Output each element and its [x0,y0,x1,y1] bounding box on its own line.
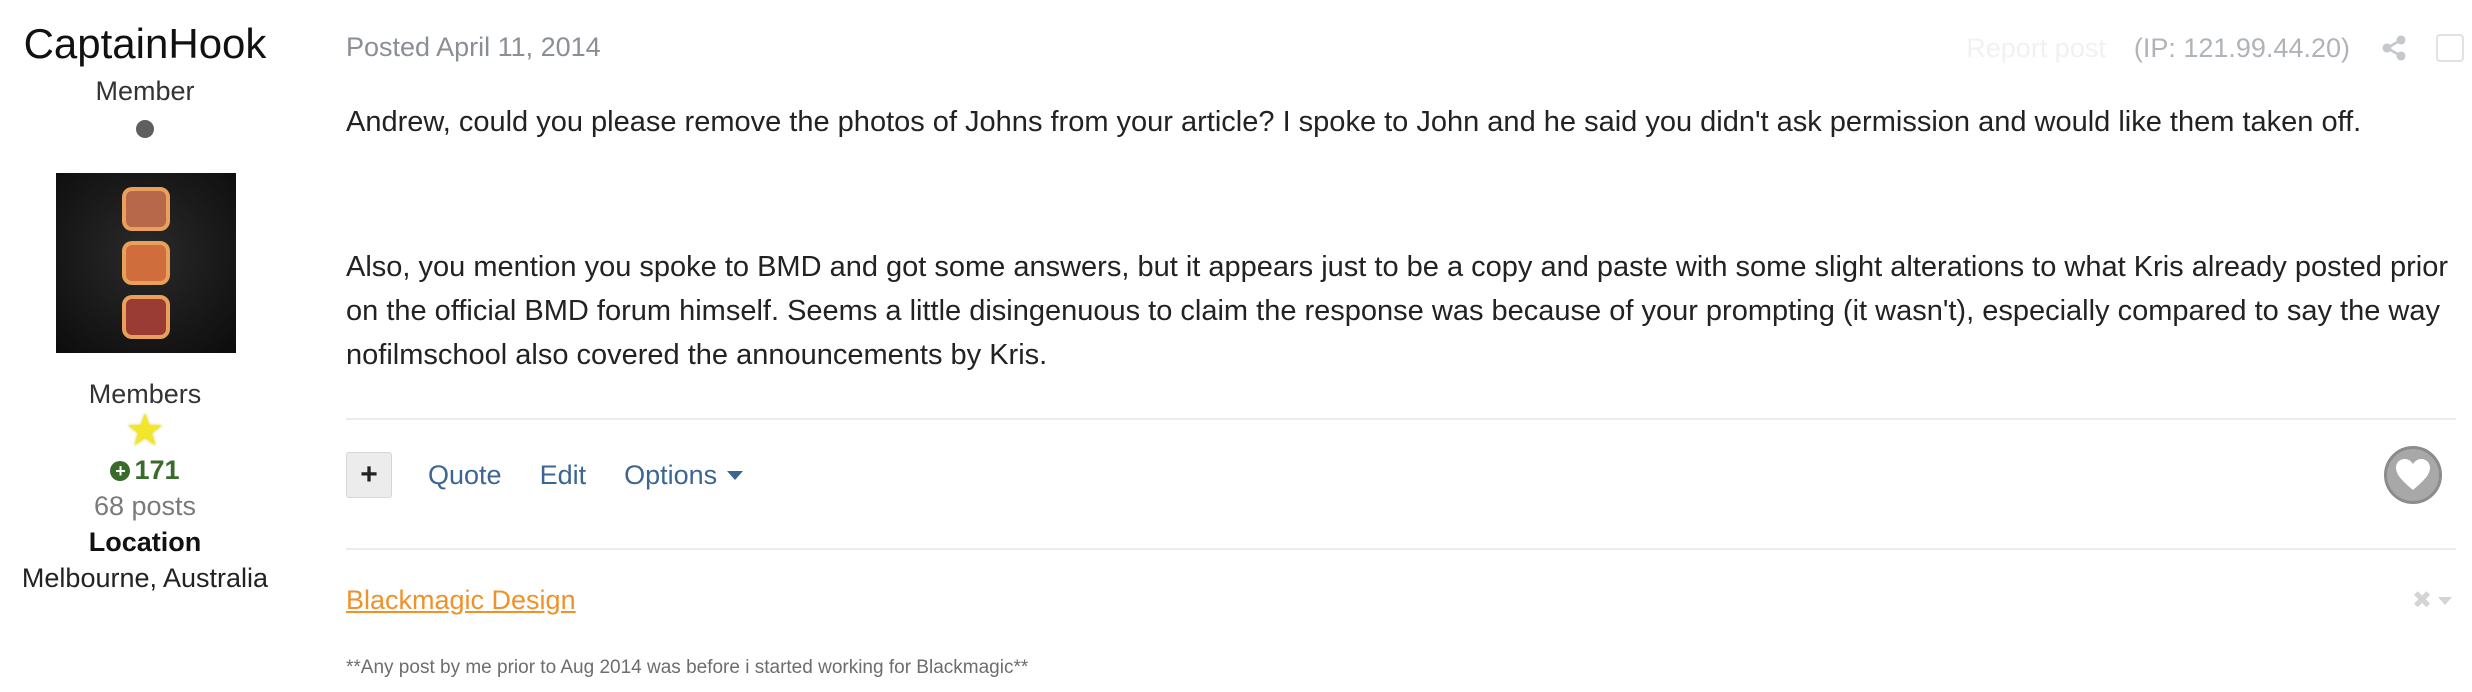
quote-button[interactable]: Quote [428,460,502,491]
location-value: Melbourne, Australia [21,563,269,593]
post-paragraph: Andrew, could you please remove the phot… [346,106,2362,138]
multiquote-plus-button[interactable]: + [346,452,392,498]
heart-icon [2396,459,2430,490]
reputation-badge[interactable]: +171 [0,453,290,487]
divider [346,418,2456,420]
close-icon[interactable]: ✖ [2412,586,2432,615]
post-action-bar: + Quote Edit Options [346,450,781,500]
chevron-down-icon[interactable] [2438,596,2453,605]
options-label: Options [624,459,718,490]
edit-button[interactable]: Edit [540,460,587,491]
like-button[interactable] [2384,446,2442,504]
signature-tools[interactable]: ✖ [2412,586,2453,615]
post-tools: Report post (IP: 121.99.44.20) [1966,28,2472,68]
avatar-lamp-bottom [122,295,170,339]
avatar-lamp-middle [122,241,170,285]
signature-link[interactable]: Blackmagic Design [346,583,576,617]
reputation-count: 171 [134,455,180,485]
forum-post: CaptainHook Member Members ★ +171 68 pos… [0,0,2472,692]
report-post-link[interactable]: Report post [1966,33,2106,64]
post-date[interactable]: Posted April 11, 2014 [346,30,601,64]
author-name[interactable]: CaptainHook [0,18,290,70]
location-label: Location [88,527,202,557]
plus-circle-icon: + [110,461,131,481]
multi-select-checkbox[interactable] [2436,34,2464,62]
options-menu-button[interactable]: Options [624,459,744,491]
author-title: Member [95,76,195,106]
divider [346,548,2456,550]
avatar[interactable] [56,173,236,353]
ip-address[interactable]: (IP: 121.99.44.20) [2134,33,2350,64]
avatar-lamp-top [122,187,170,231]
star-icon: ★ [125,406,165,455]
chevron-down-icon [727,470,744,480]
online-status-dot [136,120,154,138]
signature-note: **Any post by me prior to Aug 2014 was b… [346,657,1029,678]
share-icon[interactable] [2380,34,2408,62]
post-count: 68 posts [93,491,197,521]
post-paragraph: Also, you mention you spoke to BMD and g… [346,251,2449,371]
